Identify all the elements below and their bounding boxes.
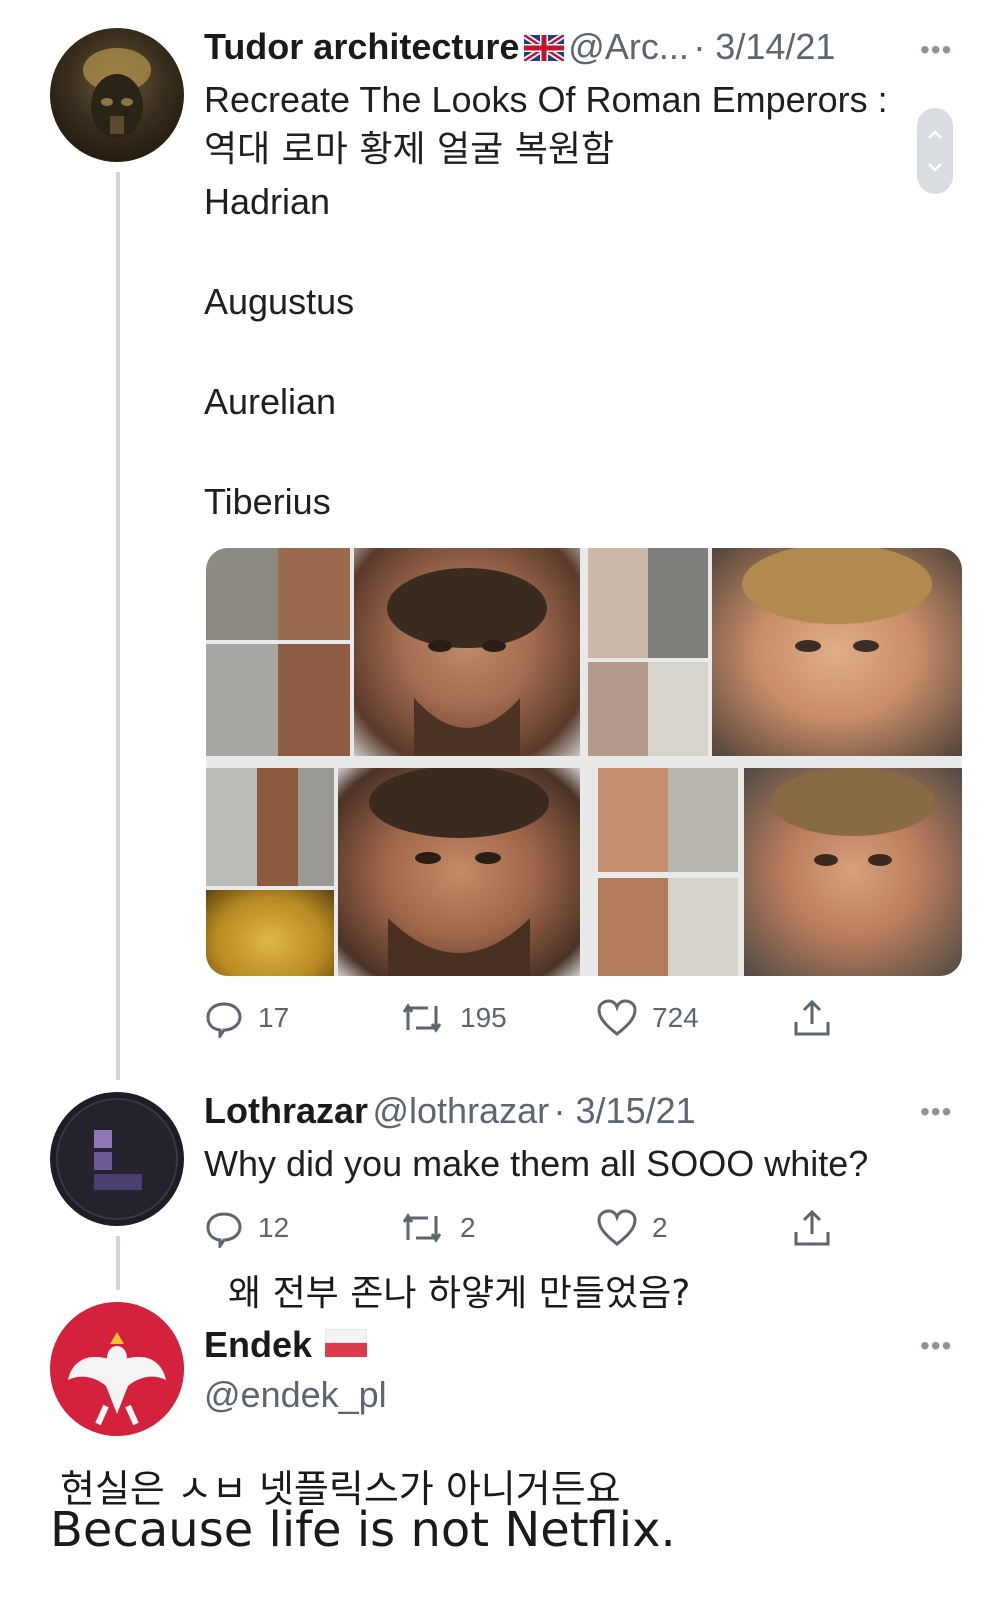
thread-line-2 (116, 1236, 120, 1290)
hadrian-face-image (354, 548, 580, 756)
thread-line (116, 172, 120, 1080)
more-icon[interactable]: ••• (920, 1096, 952, 1128)
scroll-control[interactable] (917, 108, 953, 194)
like-button[interactable]: 2 (596, 1208, 668, 1248)
white-eagle-icon (50, 1302, 184, 1436)
share-icon (790, 996, 834, 1040)
tweet2-translation: 왜 전부 존나 하얗게 만들었음? (228, 1273, 691, 1314)
tweet-date[interactable]: · 3/14/21 (693, 26, 835, 67)
author-handle[interactable]: @endek_pl (204, 1374, 387, 1416)
author-name[interactable]: Endek (204, 1324, 312, 1365)
tweet1-line-1: Recreate The Looks Of Roman Emperors : (204, 79, 888, 120)
tweet-date[interactable]: · 3/15/21 (554, 1090, 696, 1131)
retweet-count: 195 (460, 1002, 507, 1033)
hadrian-bust-image-2 (206, 644, 350, 756)
retweet-icon (398, 998, 446, 1038)
retweet-button[interactable]: 195 (398, 998, 507, 1038)
like-button[interactable]: 724 (596, 998, 699, 1038)
english-caption: Because life is not Netflix. (50, 1502, 676, 1558)
like-count: 2 (652, 1212, 668, 1243)
uk-flag-icon (522, 32, 566, 66)
retweet-count: 2 (460, 1212, 476, 1243)
aurelian-coin-image (206, 890, 334, 976)
retweet-button[interactable]: 2 (398, 1208, 476, 1248)
helmet-portrait-image (83, 48, 151, 138)
tweet1-line-5: Aurelian (204, 381, 337, 422)
aurelian-face-image (338, 766, 580, 976)
share-button[interactable] (790, 996, 834, 1040)
author-name[interactable]: Tudor architecture (204, 26, 519, 67)
letter-l-logo-icon (56, 1098, 178, 1220)
tiberius-face-image (744, 768, 962, 976)
share-icon (790, 1206, 834, 1250)
reply-icon (204, 998, 244, 1038)
tiberius-bust-image-2 (598, 878, 738, 976)
avatar-tudor-architecture[interactable] (50, 28, 184, 162)
reply-button[interactable]: 17 (204, 998, 289, 1038)
avatar-endek[interactable] (50, 1302, 184, 1436)
tweet1-line-6: Tiberius (204, 481, 331, 522)
heart-icon (596, 1208, 638, 1248)
author-handle[interactable]: @Arc... (568, 26, 689, 67)
like-count: 724 (652, 1002, 699, 1033)
hadrian-bust-image-1 (206, 548, 350, 640)
tweet2-text: Why did you make them all SOOO white? (204, 1143, 869, 1184)
augustus-face-image (712, 548, 962, 756)
author-name[interactable]: Lothrazar (204, 1090, 368, 1131)
chevron-up-down-icon (928, 130, 942, 172)
augustus-bust-image-1 (588, 548, 708, 658)
tweet1-line-4: Augustus (204, 281, 355, 322)
tweet1-header: Tudor architecture @Arc... · 3/14/21 (204, 26, 835, 68)
author-handle[interactable]: @lothrazar (372, 1090, 549, 1131)
tweet1-line-3: Hadrian (204, 181, 331, 222)
tweet1-line-2: 역대 로마 황제 얼굴 복원함 (204, 129, 615, 170)
aurelian-bust-image (206, 768, 334, 886)
share-button[interactable] (790, 1206, 834, 1250)
avatar-lothrazar[interactable] (50, 1092, 184, 1226)
reply-button[interactable]: 12 (204, 1208, 289, 1248)
reply-count: 12 (258, 1212, 290, 1243)
more-icon[interactable]: ••• (920, 34, 952, 66)
more-icon[interactable]: ••• (920, 1330, 952, 1362)
tweet3-header: Endek (204, 1324, 367, 1366)
poland-flag-icon (324, 1328, 367, 1362)
retweet-icon (398, 1208, 446, 1248)
reply-icon (204, 1208, 244, 1248)
tweet1-media-grid[interactable] (206, 548, 962, 976)
tweet2-header: Lothrazar @lothrazar · 3/15/21 (204, 1090, 696, 1132)
tiberius-bust-image-1 (598, 768, 738, 872)
augustus-bust-image-2 (588, 662, 708, 756)
heart-icon (596, 998, 638, 1038)
reply-count: 17 (258, 1002, 290, 1033)
